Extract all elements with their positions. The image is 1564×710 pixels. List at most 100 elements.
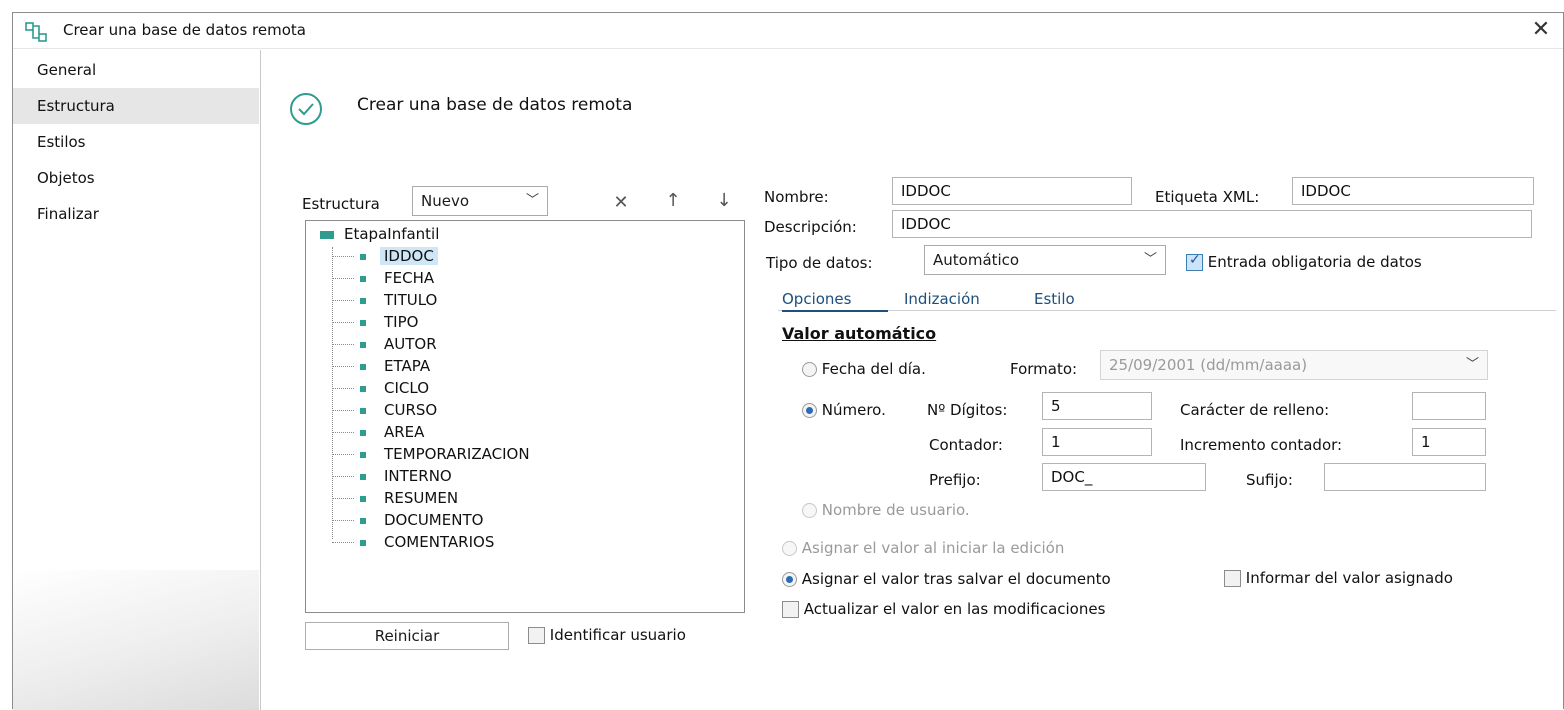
actualizar-checkbox[interactable] [782,601,799,618]
tree-node[interactable]: AUTOR [332,333,441,355]
xml-tag-field[interactable]: IDDOC [1292,177,1534,205]
move-up-button[interactable]: ↑ [660,188,686,214]
tree-node-label: FECHA [384,269,435,287]
informar-label: Informar del valor asignado [1245,569,1453,587]
sidebar-item-objetos[interactable]: Objetos [13,160,259,196]
descripcion-label: Descripción: [764,218,857,236]
check-circle-icon [290,93,322,125]
formato-label: Formato: [1010,360,1078,378]
incremento-field[interactable]: 1 [1412,428,1486,456]
sufijo-field[interactable] [1324,463,1486,491]
arrow-down-icon: ↓ [716,190,732,211]
numero-option[interactable]: Número. [802,401,886,419]
tree-node[interactable]: CICLO [332,377,433,399]
nombre-label: Nombre: [764,188,829,206]
nombre-field[interactable]: IDDOC [892,177,1132,205]
tree-node[interactable]: ETAPA [332,355,434,377]
formato-select[interactable]: 25/09/2001 (dd/mm/aaaa) ﹀ [1100,350,1488,380]
close-window-button[interactable]: ✕ [1527,17,1555,43]
prefijo-label: Prefijo: [929,471,981,489]
tree-node[interactable]: COMENTARIOS [332,531,498,553]
tree-node[interactable]: FECHA [332,267,438,289]
fecha-option[interactable]: Fecha del día. [802,360,926,378]
usuario-radio[interactable] [802,503,817,518]
tree-node-label: CURSO [384,401,438,419]
field-icon [360,473,366,480]
tree-node[interactable]: TITULO [332,289,441,311]
contador-field[interactable]: 1 [1042,428,1152,456]
section-title: Valor automático [782,324,937,343]
field-icon [360,429,366,436]
usuario-label: Nombre de usuario. [821,501,970,519]
title-bar: Crear una base de datos remota ✕ [13,13,1563,49]
field-icon [360,539,366,546]
sidebar-item-estilos[interactable]: Estilos [13,124,259,160]
tree-node-label: TIPO [384,313,419,331]
actualizar-option[interactable]: Actualizar el valor en las modificacione… [782,600,1105,618]
reset-button[interactable]: Reiniciar [305,622,509,650]
tree-node[interactable]: RESUMEN [332,487,462,509]
tree-node[interactable]: AREA [332,421,428,443]
prefijo-field[interactable]: DOC_ [1042,463,1206,491]
asignar-salvar-radio[interactable] [782,572,797,587]
tree-node-label: CICLO [384,379,429,397]
tree-root[interactable]: EtapaInfantil [320,223,439,245]
field-icon [360,297,366,304]
obligatoria-checkbox[interactable] [1186,252,1203,271]
chevron-down-icon: ﹀ [525,193,539,208]
field-icon [360,341,366,348]
tipo-datos-value: Automático [933,251,1020,269]
informar-option[interactable]: Informar del valor asignado [1224,569,1453,587]
tree-root-label: EtapaInfantil [344,225,440,243]
tree-node-label: COMENTARIOS [384,533,495,551]
digitos-label: Nº Dígitos: [927,401,1008,419]
move-down-button[interactable]: ↓ [711,188,737,214]
delete-node-button[interactable]: ✕ [608,190,634,216]
identify-user-checkbox[interactable] [528,627,545,644]
relleno-label: Carácter de relleno: [1180,401,1330,419]
tab-estilo[interactable]: Estilo [1034,290,1075,308]
sidebar-item-general[interactable]: General [13,52,259,88]
contador-label: Contador: [929,436,1003,454]
dialog-window: Crear una base de datos remota ✕ General… [12,12,1564,710]
chevron-down-icon: ﹀ [1143,252,1157,267]
new-structure-combo[interactable]: Nuevo ﹀ [412,186,548,216]
tree-node[interactable]: TIPO [332,311,422,333]
close-icon: ✕ [613,192,629,213]
informar-checkbox[interactable] [1224,570,1241,587]
tree-node[interactable]: IDDOC [332,245,438,267]
arrow-up-icon: ↑ [665,190,681,211]
tab-indizacion[interactable]: Indización [904,290,980,308]
tab-opciones[interactable]: Opciones [782,290,851,308]
tree-node-label: AREA [384,423,425,441]
page-title: Crear una base de datos remota [357,95,633,115]
asignar-inicio-radio[interactable] [782,541,797,556]
tab-divider [778,310,1556,311]
asignar-salvar-label: Asignar el valor tras salvar el document… [801,570,1111,588]
tree-node[interactable]: CURSO [332,399,441,421]
usuario-option[interactable]: Nombre de usuario. [802,501,970,519]
structure-tree[interactable]: EtapaInfantil IDDOC FECHA TITULO TIPO AU… [305,220,745,613]
asignar-inicio-option[interactable]: Asignar el valor al iniciar la edición [782,539,1064,557]
identify-user-option[interactable]: Identificar usuario [528,626,686,644]
tree-node[interactable]: TEMPORARIZACION [332,443,534,465]
asignar-salvar-option[interactable]: Asignar el valor tras salvar el document… [782,570,1111,588]
main-panel: Crear una base de datos remota Estructur… [262,50,1562,710]
field-icon [360,495,366,502]
field-icon [360,253,366,260]
digitos-field[interactable]: 5 [1042,392,1152,420]
tree-node[interactable]: INTERNO [332,465,456,487]
obligatoria-label: Entrada obligatoria de datos [1207,253,1422,271]
fecha-label: Fecha del día. [821,360,926,378]
tree-node[interactable]: DOCUMENTO [332,509,487,531]
relleno-field[interactable] [1412,392,1486,420]
descripcion-field[interactable]: IDDOC [892,210,1532,238]
fecha-radio[interactable] [802,362,817,377]
structure-label: Estructura [302,195,380,213]
numero-radio[interactable] [802,403,817,418]
tipo-datos-select[interactable]: Automático ﹀ [924,245,1166,275]
sidebar-item-estructura[interactable]: Estructura [13,88,259,124]
sidebar-item-finalizar[interactable]: Finalizar [13,196,259,232]
tree-node-label: IDDOC [380,247,438,265]
obligatoria-option[interactable]: Entrada obligatoria de datos [1186,252,1422,271]
